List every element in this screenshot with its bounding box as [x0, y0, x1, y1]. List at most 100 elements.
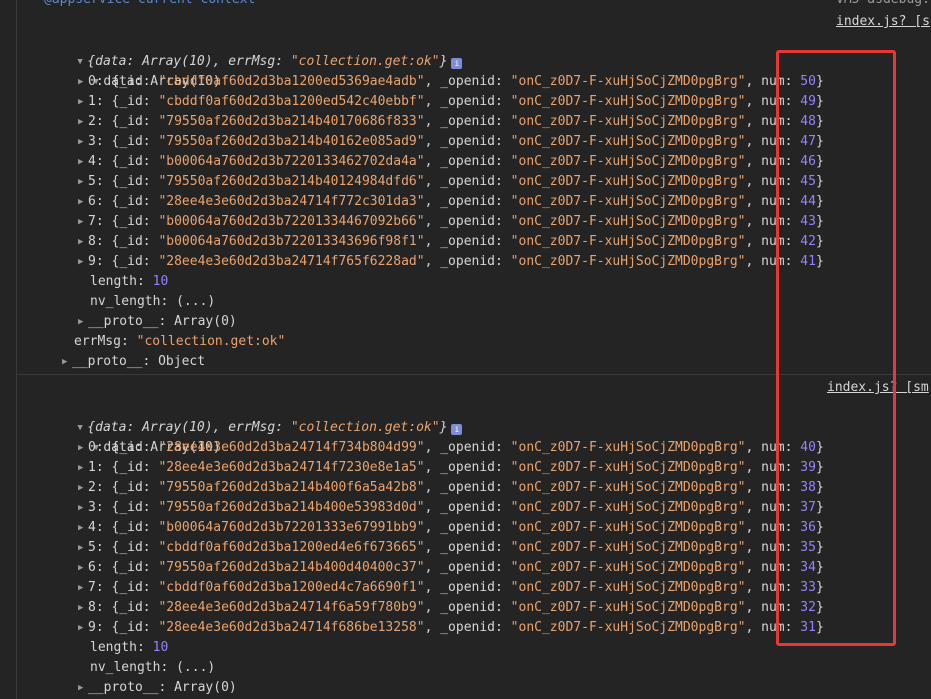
array-item-row[interactable]: ▶ 5: {_id: "79550af260d2d3ba214b40124984d… — [78, 172, 824, 192]
collapse-triangle-icon[interactable]: ▶ — [78, 538, 88, 558]
openid-key: _openid — [440, 440, 496, 455]
collapse-triangle-icon[interactable]: ▶ — [78, 132, 88, 152]
id-key: _id — [119, 520, 143, 535]
num-value: 42 — [800, 234, 816, 249]
collapse-triangle-icon[interactable]: ▶ — [78, 438, 88, 458]
id-value: "cbddf0af60d2d3ba1200ed4e6f673665" — [158, 540, 425, 555]
openid-key: _openid — [440, 154, 496, 169]
data-array-row[interactable]: ▼ data: Array(10) — [62, 418, 220, 455]
log-summary-row[interactable]: ▼ {data: Array(10), errMsg: "collection.g… — [46, 398, 463, 435]
collapse-triangle-icon[interactable]: ▶ — [78, 312, 88, 332]
console-panel: @appservice-current-context VM5-asdebug:… — [0, 0, 931, 699]
id-key: _id — [119, 154, 143, 169]
source-link-clipped[interactable]: VM5-asdebug:[sm — [836, 0, 931, 10]
openid-value: "onC_z0D7-F-xuHjSoCjZMD0pgBrg" — [510, 500, 746, 515]
nv-length-row[interactable]: nv_length: (...) — [90, 658, 215, 678]
num-key: num — [761, 500, 785, 515]
array-item-row[interactable]: ▶ 0: {_id: "cbddf0af60d2d3ba1200ed5369ae4… — [78, 72, 824, 92]
array-item-row[interactable]: ▶ 0: {_id: "28ee4e3e60d2d3ba24714f734b804… — [78, 438, 824, 458]
collapse-triangle-icon[interactable]: ▶ — [78, 578, 88, 598]
nv-length-row[interactable]: nv_length: (...) — [90, 292, 215, 312]
openid-value: "onC_z0D7-F-xuHjSoCjZMD0pgBrg" — [510, 480, 746, 495]
array-item-row[interactable]: ▶ 5: {_id: "cbddf0af60d2d3ba1200ed4e6f673… — [78, 538, 824, 558]
collapse-triangle-icon[interactable]: ▶ — [62, 352, 72, 372]
num-value: 32 — [800, 600, 816, 615]
num-value: 37 — [800, 500, 816, 515]
num-value: 48 — [800, 114, 816, 129]
source-link[interactable]: index.js? [s — [836, 12, 930, 32]
array-item-row[interactable]: ▶ 8: {_id: "b00064a760d2d3b722013343696f9… — [78, 232, 824, 252]
id-value: "cbddf0af60d2d3ba1200ed542c40ebbf" — [158, 94, 425, 109]
id-value: "79550af260d2d3ba214b40162e085ad9" — [158, 134, 425, 149]
collapse-triangle-icon[interactable]: ▶ — [78, 618, 88, 638]
num-value: 40 — [800, 440, 816, 455]
array-item-row[interactable]: ▶ 1: {_id: "28ee4e3e60d2d3ba24714f7230e8e… — [78, 458, 824, 478]
id-key: _id — [119, 134, 143, 149]
num-value: 38 — [800, 480, 816, 495]
proto-row[interactable]: ▶ __proto__: Array(0) — [78, 312, 237, 332]
array-item-row[interactable]: ▶ 1: {_id: "cbddf0af60d2d3ba1200ed542c40e… — [78, 92, 824, 112]
openid-key: _openid — [440, 480, 496, 495]
collapse-triangle-icon[interactable]: ▶ — [78, 92, 88, 112]
array-item-row[interactable]: ▶ 2: {_id: "79550af260d2d3ba214b40170686f… — [78, 112, 824, 132]
openid-key: _openid — [440, 580, 496, 595]
id-key: _id — [119, 620, 143, 635]
proto-row[interactable]: ▶ __proto__: Array(0) — [78, 678, 237, 698]
id-key: _id — [119, 580, 143, 595]
num-value: 34 — [800, 560, 816, 575]
openid-key: _openid — [440, 194, 496, 209]
collapse-triangle-icon[interactable]: ▶ — [78, 558, 88, 578]
item-index: 6 — [88, 194, 96, 209]
length-row: length: 10 — [90, 640, 169, 655]
item-index: 2 — [88, 480, 96, 495]
collapse-triangle-icon[interactable]: ▶ — [78, 112, 88, 132]
array-item-row[interactable]: ▶ 9: {_id: "28ee4e3e60d2d3ba24714f765f622… — [78, 252, 824, 272]
array-item-row[interactable]: ▶ 8: {_id: "28ee4e3e60d2d3ba24714f6a59f78… — [78, 598, 824, 618]
source-link[interactable]: index.js? [sm — [827, 378, 929, 398]
num-key: num — [761, 234, 785, 249]
log-summary-row[interactable]: ▼ {data: Array(10), errMsg: "collection.g… — [46, 32, 463, 69]
info-icon[interactable]: i — [451, 424, 463, 435]
array-item-row[interactable]: ▶ 7: {_id: "b00064a760d2d3b72201334467092… — [78, 212, 824, 232]
console-gutter — [0, 0, 17, 699]
array-item-row[interactable]: ▶ 9: {_id: "28ee4e3e60d2d3ba24714f686be13… — [78, 618, 824, 638]
array-item-row[interactable]: ▶ 4: {_id: "b00064a760d2d3b7220133462702d… — [78, 152, 824, 172]
openid-value: "onC_z0D7-F-xuHjSoCjZMD0pgBrg" — [510, 540, 746, 555]
collapse-triangle-icon[interactable]: ▶ — [78, 72, 88, 92]
id-key: _id — [119, 500, 143, 515]
array-item-row[interactable]: ▶ 3: {_id: "79550af260d2d3ba214b40162e085… — [78, 132, 824, 152]
collapse-triangle-icon[interactable]: ▶ — [78, 232, 88, 252]
openid-value: "onC_z0D7-F-xuHjSoCjZMD0pgBrg" — [510, 254, 746, 269]
collapse-triangle-icon[interactable]: ▶ — [78, 478, 88, 498]
collapse-triangle-icon[interactable]: ▶ — [78, 498, 88, 518]
data-array-row[interactable]: ▼ data: Array(10) — [62, 52, 220, 89]
outer-proto-row[interactable]: ▶ __proto__: Object — [62, 352, 205, 372]
collapse-triangle-icon[interactable]: ▶ — [78, 192, 88, 212]
collapse-triangle-icon[interactable]: ▶ — [78, 172, 88, 192]
openid-value: "onC_z0D7-F-xuHjSoCjZMD0pgBrg" — [510, 134, 746, 149]
openid-key: _openid — [440, 234, 496, 249]
id-value: "28ee4e3e60d2d3ba24714f734b804d99" — [158, 440, 425, 455]
collapse-triangle-icon[interactable]: ▶ — [78, 458, 88, 478]
collapse-triangle-icon[interactable]: ▶ — [78, 152, 88, 172]
array-item-row[interactable]: ▶ 7: {_id: "cbddf0af60d2d3ba1200ed4c7a669… — [78, 578, 824, 598]
array-item-row[interactable]: ▶ 2: {_id: "79550af260d2d3ba214b400f6a5a4… — [78, 478, 824, 498]
collapse-triangle-icon[interactable]: ▶ — [78, 678, 88, 698]
collapse-triangle-icon[interactable]: ▶ — [78, 212, 88, 232]
array-item-row[interactable]: ▶ 6: {_id: "79550af260d2d3ba214b400d40400… — [78, 558, 824, 578]
openid-key: _openid — [440, 540, 496, 555]
collapse-triangle-icon[interactable]: ▶ — [78, 598, 88, 618]
openid-value: "onC_z0D7-F-xuHjSoCjZMD0pgBrg" — [510, 460, 746, 475]
openid-value: "onC_z0D7-F-xuHjSoCjZMD0pgBrg" — [510, 440, 746, 455]
num-key: num — [761, 480, 785, 495]
collapse-triangle-icon[interactable]: ▶ — [78, 252, 88, 272]
id-value: "28ee4e3e60d2d3ba24714f772c301da3" — [158, 194, 425, 209]
num-value: 36 — [800, 520, 816, 535]
array-item-row[interactable]: ▶ 6: {_id: "28ee4e3e60d2d3ba24714f772c301… — [78, 192, 824, 212]
collapse-triangle-icon[interactable]: ▶ — [78, 518, 88, 538]
item-index: 1 — [88, 460, 96, 475]
array-item-row[interactable]: ▶ 3: {_id: "79550af260d2d3ba214b400e53983… — [78, 498, 824, 518]
num-key: num — [761, 174, 785, 189]
info-icon[interactable]: i — [451, 58, 463, 69]
array-item-row[interactable]: ▶ 4: {_id: "b00064a760d2d3b72201333e67991… — [78, 518, 824, 538]
